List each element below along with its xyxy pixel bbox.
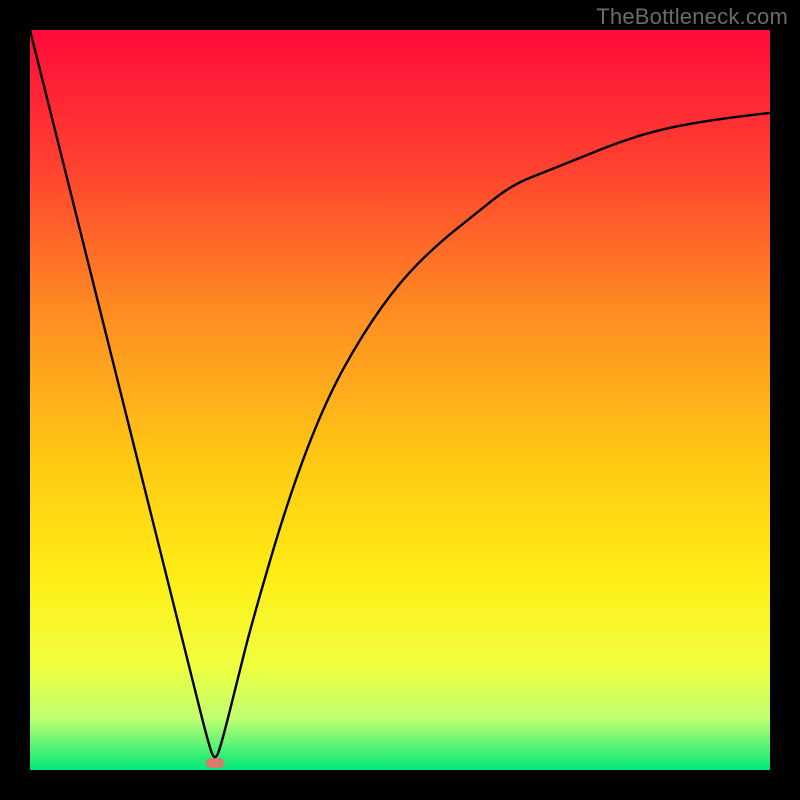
bottleneck-plot <box>30 30 770 770</box>
gradient-background <box>30 30 770 770</box>
optimal-marker <box>206 758 225 768</box>
attribution-text: TheBottleneck.com <box>596 4 788 30</box>
plot-svg <box>30 30 770 770</box>
chart-frame: TheBottleneck.com <box>0 0 800 800</box>
